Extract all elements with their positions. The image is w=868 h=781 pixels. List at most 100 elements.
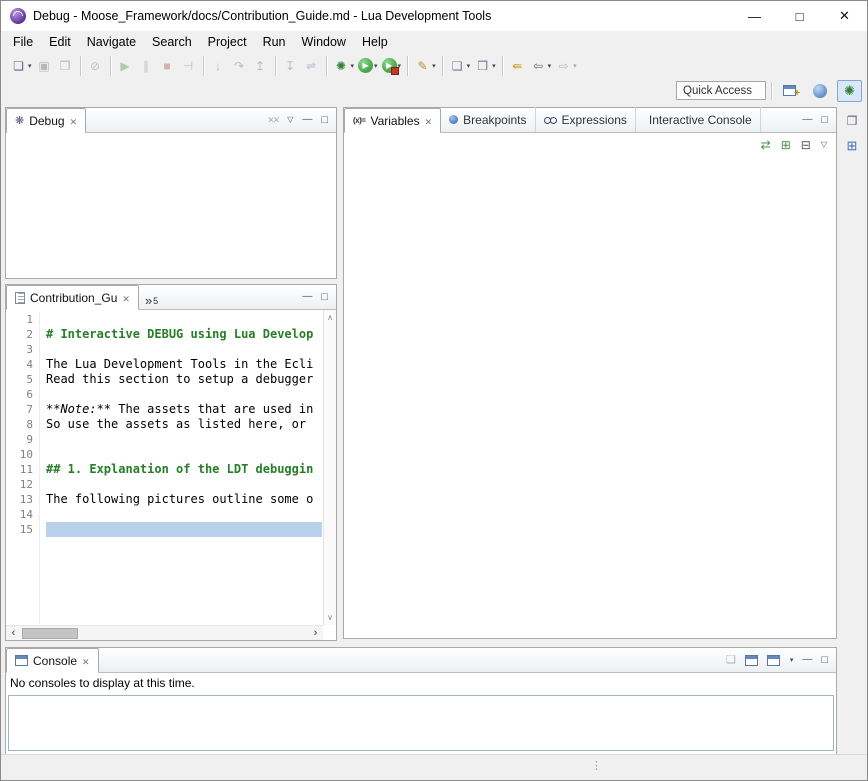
- dropdown-arrow-icon[interactable]: ▾: [492, 62, 496, 70]
- maximize-view-button[interactable]: [321, 115, 328, 126]
- dropdown-arrow-icon[interactable]: ▾: [467, 62, 471, 70]
- quick-access-input[interactable]: Quick Access: [676, 81, 766, 100]
- tab-console[interactable]: Console: [6, 648, 99, 673]
- debug-icon: ✺: [333, 57, 350, 74]
- menu-file[interactable]: File: [5, 33, 41, 51]
- vertical-scrollbar[interactable]: ∧ ∨: [323, 310, 336, 625]
- run-button[interactable]: ▶▾: [356, 55, 380, 77]
- close-window-button[interactable]: ✕: [822, 1, 867, 31]
- open-perspective-button[interactable]: [777, 80, 802, 102]
- debug-button[interactable]: ✺▾: [331, 55, 357, 77]
- menu-help[interactable]: Help: [354, 33, 396, 51]
- tab-debug[interactable]: Debug: [6, 108, 86, 133]
- code-line[interactable]: The Lua Development Tools in the Ecli: [46, 357, 322, 372]
- menu-navigate[interactable]: Navigate: [79, 33, 144, 51]
- collapse-all-button[interactable]: ⊟: [801, 139, 811, 151]
- code-line[interactable]: [46, 522, 322, 537]
- close-icon[interactable]: [425, 114, 433, 128]
- lua-perspective-button[interactable]: [807, 80, 832, 102]
- scrollbar-thumb[interactable]: [22, 628, 78, 639]
- tab-interactive-console[interactable]: Interactive Console: [636, 107, 761, 132]
- tab-overflow-button[interactable]: » 5: [139, 284, 164, 309]
- menu-edit[interactable]: Edit: [41, 33, 79, 51]
- tab-expressions[interactable]: Expressions: [536, 107, 636, 132]
- statusbar-drag-handle[interactable]: ⋮: [591, 759, 602, 772]
- variables-view-content[interactable]: [344, 157, 836, 638]
- code-line[interactable]: [46, 432, 322, 447]
- line-number: 3: [8, 342, 33, 357]
- open-console-button[interactable]: [767, 655, 780, 666]
- step-over-button: ↷: [229, 55, 250, 77]
- maximize-view-button[interactable]: [821, 115, 828, 126]
- restore-views-button[interactable]: [842, 112, 862, 130]
- tab-contribution-guide[interactable]: Contribution_Gu: [6, 285, 139, 310]
- editor-code[interactable]: # Interactive DEBUG using Lua Develop The…: [46, 312, 322, 624]
- dropdown-arrow-icon[interactable]: ▾: [351, 62, 355, 70]
- maximize-view-button[interactable]: [821, 655, 828, 666]
- new-lua-wizard-button[interactable]: ❑▾: [447, 55, 473, 77]
- scroll-left-icon[interactable]: ‹: [6, 627, 21, 640]
- debug-perspective-button[interactable]: [837, 80, 862, 102]
- menu-window[interactable]: Window: [294, 33, 354, 51]
- debug-view-content[interactable]: [6, 133, 336, 278]
- code-line[interactable]: ## 1. Explanation of the LDT debuggin: [46, 462, 322, 477]
- console-text-area[interactable]: [8, 695, 834, 751]
- code-line[interactable]: The following pictures outline some o: [46, 492, 322, 507]
- external-tools-button[interactable]: ▶▾: [380, 55, 404, 77]
- dropdown-arrow-icon[interactable]: ▾: [790, 656, 794, 664]
- minimize-view-button[interactable]: [302, 115, 312, 125]
- dropdown-arrow-icon[interactable]: ▾: [432, 62, 436, 70]
- code-segment: Read this section to setup a debugger: [46, 372, 313, 386]
- horizontal-scrollbar[interactable]: ‹ ›: [6, 625, 323, 640]
- code-line[interactable]: # Interactive DEBUG using Lua Develop: [46, 327, 322, 342]
- dropdown-arrow-icon[interactable]: ▾: [548, 62, 552, 70]
- code-line[interactable]: [46, 507, 322, 522]
- code-line[interactable]: [46, 387, 322, 402]
- scroll-down-icon[interactable]: ∨: [327, 613, 333, 622]
- variables-tab-bar: VariablesBreakpointsExpressionsInteracti…: [344, 108, 836, 133]
- close-icon[interactable]: [82, 654, 90, 668]
- menu-project[interactable]: Project: [200, 33, 255, 51]
- show-logical-structures-button[interactable]: ⇄: [761, 139, 771, 151]
- line-number: 7: [8, 402, 33, 417]
- debug-perspective-icon: [844, 83, 855, 99]
- minimized-view-button[interactable]: [842, 137, 862, 155]
- open-element-button[interactable]: ❒▾: [472, 55, 498, 77]
- close-icon[interactable]: [70, 114, 78, 128]
- show-type-names-button[interactable]: ⊞: [781, 139, 791, 151]
- minimize-view-button[interactable]: [302, 292, 312, 302]
- minimize-window-button[interactable]: —: [732, 1, 777, 31]
- minimize-view-button[interactable]: [802, 115, 812, 125]
- tab-variables[interactable]: Variables: [344, 108, 441, 133]
- minimize-view-button[interactable]: [802, 655, 812, 665]
- code-line[interactable]: [46, 342, 322, 357]
- maximize-view-button[interactable]: [321, 292, 328, 303]
- dropdown-arrow-icon[interactable]: ▾: [374, 62, 378, 70]
- dropdown-arrow-icon[interactable]: ▾: [28, 62, 32, 70]
- menu-search[interactable]: Search: [144, 33, 200, 51]
- new-wizard-button[interactable]: ❏▾: [8, 55, 34, 77]
- last-edit-location-button[interactable]: ⇚: [507, 55, 528, 77]
- view-menu-button[interactable]: [287, 116, 293, 124]
- tab-breakpoints[interactable]: Breakpoints: [441, 107, 535, 132]
- code-line[interactable]: [46, 447, 322, 462]
- back-icon: ⇦: [530, 57, 547, 74]
- scroll-right-icon[interactable]: ›: [308, 627, 323, 640]
- close-icon[interactable]: [122, 291, 130, 305]
- highlighter-button[interactable]: ✎▾: [412, 55, 438, 77]
- code-line[interactable]: **Note:** The assets that are used in: [46, 402, 322, 417]
- tab-label: Debug: [29, 114, 64, 128]
- scroll-up-icon[interactable]: ∧: [327, 313, 333, 322]
- maximize-window-button[interactable]: □: [777, 1, 822, 31]
- code-line[interactable]: [46, 312, 322, 327]
- code-line[interactable]: Read this section to setup a debugger: [46, 372, 322, 387]
- view-menu-button[interactable]: [821, 141, 827, 149]
- menu-run[interactable]: Run: [255, 33, 294, 51]
- code-line[interactable]: So use the assets as listed here, or: [46, 417, 322, 432]
- code-line[interactable]: [46, 477, 322, 492]
- display-selected-console-button[interactable]: [745, 655, 758, 666]
- back-button[interactable]: ⇦▾: [528, 55, 554, 77]
- editor-gutter[interactable]: 123456789101112131415: [8, 312, 40, 624]
- toolbar-separator: [407, 56, 408, 76]
- code-segment: The following pictures outline some o: [46, 492, 313, 506]
